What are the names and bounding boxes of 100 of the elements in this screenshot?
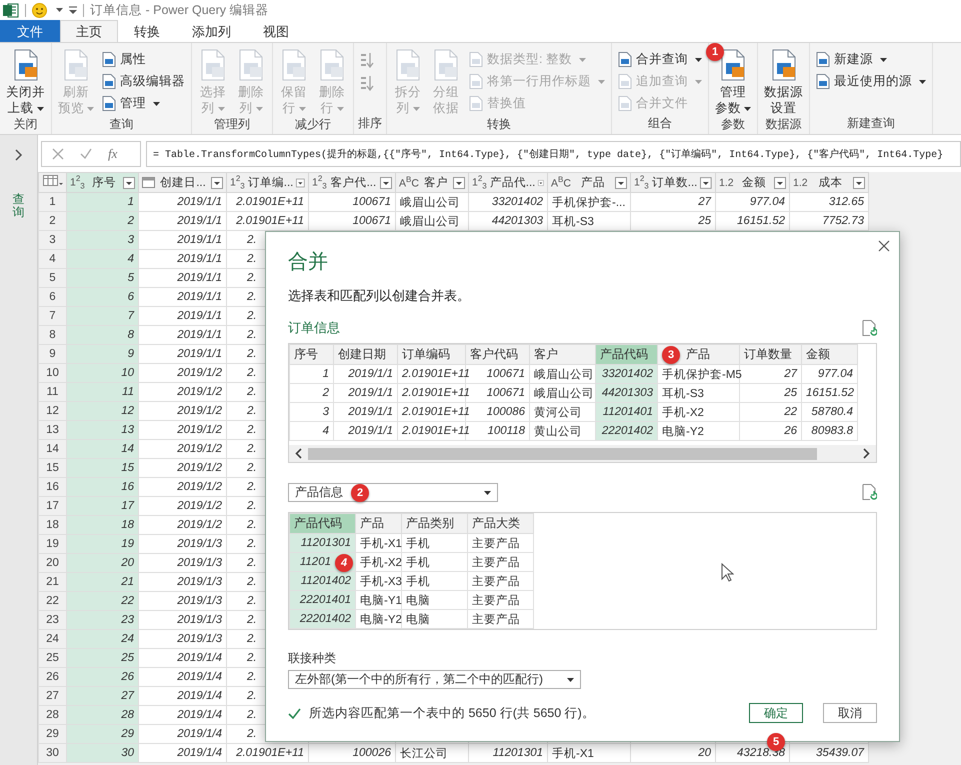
- column-header[interactable]: 创建日期: [334, 344, 398, 364]
- column-header[interactable]: 创建日...: [138, 172, 226, 192]
- ribbon-button[interactable]: 新建源: [814, 50, 889, 69]
- table-cell: 2019/1/4: [138, 706, 226, 724]
- refresh-icon[interactable]: [862, 484, 877, 501]
- table-cell: 80983.8: [802, 422, 858, 440]
- join-kind-dropdown[interactable]: 左外部(第一个中的所有行，第二个中的匹配行): [288, 670, 581, 689]
- table-cell: 2019/1/2: [138, 516, 226, 534]
- table-cell: 16: [66, 478, 138, 496]
- column-header[interactable]: 产品代码: [596, 344, 658, 364]
- table-cell: 977.04: [716, 192, 790, 212]
- column-header[interactable]: 1$^{2}$$_{3}$ 客户代...: [308, 172, 396, 192]
- table-cell: 手机-X1: [356, 534, 402, 552]
- row-number: 8: [38, 326, 66, 344]
- column-header[interactable]: 产品类别: [402, 514, 468, 534]
- table-cell: 22: [740, 402, 802, 422]
- column-header[interactable]: 产品代码: [290, 514, 356, 534]
- filter-dropdown-icon[interactable]: [123, 176, 135, 188]
- row-number: 25: [38, 648, 66, 668]
- column-header[interactable]: 1.2 成本: [790, 172, 868, 192]
- page-icon: [102, 74, 116, 89]
- filter-dropdown-icon[interactable]: [615, 176, 627, 188]
- column-header[interactable]: 客户代码: [466, 344, 530, 364]
- column-header[interactable]: A$^{B}$C 客户: [396, 172, 468, 192]
- table-cell: 2019/1/1: [334, 364, 398, 384]
- ribbon-tab[interactable]: 文件: [0, 20, 60, 42]
- page-icon: [469, 74, 483, 89]
- table-icon[interactable]: [42, 175, 62, 187]
- scroll-left-icon[interactable]: [295, 448, 302, 459]
- table-cell: 2019/1/1: [138, 192, 226, 212]
- filter-dropdown-icon[interactable]: [453, 176, 465, 188]
- ribbon-tab[interactable]: 添加列: [176, 20, 247, 42]
- dialog-button[interactable]: 确定: [749, 703, 803, 723]
- row-number: 26: [38, 668, 66, 686]
- filter-dropdown-icon[interactable]: [296, 176, 305, 188]
- ribbon-button[interactable]: 最近使用的源: [814, 72, 928, 91]
- column-header[interactable]: 客户: [530, 344, 596, 364]
- close-icon[interactable]: [878, 240, 890, 252]
- table-dropdown[interactable]: 产品信息 2: [288, 483, 498, 502]
- column-header[interactable]: 序号: [290, 344, 334, 364]
- column-header[interactable]: 1$^{2}$$_{3}$ 订单数...: [630, 172, 716, 192]
- expand-icon[interactable]: [14, 149, 22, 161]
- column-header[interactable]: 金额: [802, 344, 858, 364]
- ribbon-tab[interactable]: 转换: [118, 20, 176, 42]
- table-cell: 977.04: [802, 364, 858, 384]
- scroll-right-icon[interactable]: [863, 448, 870, 459]
- horizontal-scrollbar[interactable]: [289, 445, 876, 462]
- ribbon-button[interactable]: 合并查询: [616, 50, 704, 69]
- filter-dropdown-icon[interactable]: [853, 176, 865, 188]
- type-icon[interactable]: A$^{B}$C: [399, 175, 419, 190]
- ribbon-button[interactable]: 管理: [100, 94, 162, 113]
- column-header[interactable]: 1.2 金额: [716, 172, 790, 192]
- refresh-icon[interactable]: [862, 320, 877, 336]
- function-button[interactable]: fx: [108, 146, 118, 162]
- caret-icon: [36, 106, 44, 111]
- table-cell: 主要产品: [468, 572, 534, 590]
- table-cell: 手机: [402, 552, 468, 572]
- column-header[interactable]: 3 产品: [658, 344, 740, 364]
- check-icon[interactable]: [80, 148, 92, 160]
- dialog-button[interactable]: 取消: [823, 703, 877, 723]
- column-header[interactable]: 订单数量: [740, 344, 802, 364]
- type-icon[interactable]: A$^{B}$C: [551, 175, 571, 190]
- table-cell: 33201402: [468, 192, 548, 212]
- table-cell: 1: [66, 192, 138, 212]
- table-cell: 30: [66, 744, 138, 762]
- type-icon[interactable]: 1.2: [793, 176, 808, 188]
- table-cell: 11201301: [468, 744, 548, 762]
- table-cell: 5: [66, 268, 138, 288]
- filter-dropdown-icon[interactable]: [774, 176, 786, 188]
- type-icon[interactable]: 1.2: [719, 176, 734, 188]
- ribbon-button[interactable]: 关闭并 上载: [4, 46, 47, 116]
- smiley-icon[interactable]: [32, 2, 47, 18]
- ribbon-tab[interactable]: 主页: [60, 20, 118, 42]
- ribbon-tab[interactable]: 视图: [247, 20, 305, 42]
- table-cell: 25: [740, 384, 802, 402]
- customize-toolbar-icon[interactable]: [69, 6, 77, 14]
- ribbon-button[interactable]: 高级编辑器: [100, 72, 187, 91]
- page-icon: [618, 96, 632, 111]
- filter-dropdown-icon[interactable]: [700, 176, 712, 188]
- column-header[interactable]: 订单编码: [398, 344, 466, 364]
- table-cell: 耳机-S3: [658, 384, 740, 402]
- scrollbar-thumb[interactable]: [308, 448, 817, 460]
- column-header[interactable]: 1$^{2}$$_{3}$ 序号: [66, 172, 138, 192]
- column-header[interactable]: 产品大类: [468, 514, 534, 534]
- row-number: 1: [38, 192, 66, 212]
- caret-icon: [578, 58, 586, 62]
- formula-field[interactable]: = Table.TransformColumnTypes(提升的标题,{{"序号", Int64.Type}, {"创建日期", type date}, {"订单编码", Int64.Type}, {"客户代码", Int64.Type}: [146, 140, 961, 166]
- filter-dropdown-icon[interactable]: [211, 176, 223, 188]
- column-header[interactable]: A$^{B}$C 产品: [548, 172, 630, 192]
- table-cell: 7: [66, 306, 138, 326]
- sort-icon: [360, 52, 374, 68]
- ribbon-button[interactable]: 数据源 设置: [762, 46, 805, 116]
- column-header[interactable]: 1$^{2}$$_{3}$ 订单编...: [226, 172, 308, 192]
- ribbon-button[interactable]: 属性: [100, 50, 148, 69]
- column-header[interactable]: 产品: [356, 514, 402, 534]
- filter-dropdown-icon[interactable]: [380, 176, 392, 188]
- column-header[interactable]: 1$^{2}$$_{3}$ 产品代...: [468, 172, 548, 192]
- queries-pane-label[interactable]: 查询: [12, 193, 24, 220]
- table-cell: 主要产品: [468, 610, 534, 628]
- table-cell: 2019/1/2: [138, 478, 226, 496]
